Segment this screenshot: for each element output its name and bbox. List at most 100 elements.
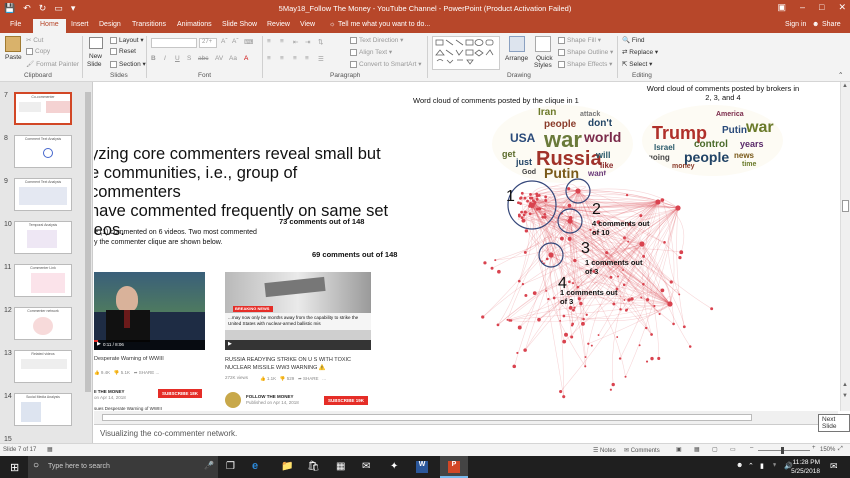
clock-time[interactable]: 11:28 PM: [790, 459, 820, 466]
app-icon[interactable]: ▦: [336, 461, 345, 472]
shape-outline-button[interactable]: Shape Outline ▾: [558, 48, 613, 56]
scrollbar-thumb[interactable]: [842, 200, 849, 212]
tab-view[interactable]: View: [300, 21, 315, 28]
slide-sorter-icon[interactable]: ▦: [694, 446, 700, 453]
collapse-ribbon-icon[interactable]: ⌃: [838, 71, 843, 79]
shadow-icon[interactable]: S: [187, 55, 191, 62]
strikethrough-icon[interactable]: abc: [198, 55, 208, 62]
font-size-box[interactable]: 27+: [199, 38, 217, 48]
font-shrink-icon[interactable]: Aˇ: [232, 38, 239, 45]
smartart-button[interactable]: Convert to SmartArt ▾: [350, 60, 422, 68]
play-icon[interactable]: ▶: [228, 341, 232, 347]
clear-format-icon[interactable]: ⌨: [244, 38, 253, 46]
reset-button[interactable]: Reset: [110, 48, 136, 55]
wifi-icon[interactable]: ♆: [772, 462, 777, 469]
notifications-icon[interactable]: ✉: [830, 461, 838, 472]
shapes-gallery[interactable]: [432, 36, 500, 70]
cut-button[interactable]: ✂ Cut: [26, 36, 43, 44]
scrollbar-thumb[interactable]: [102, 414, 752, 421]
slide-vertical-scrollbar[interactable]: ▲ ▲ ▼: [840, 82, 850, 411]
next-slide-icon[interactable]: ▼: [842, 393, 848, 399]
tray-chevron-icon[interactable]: ⌃: [748, 462, 754, 470]
video-thumbnail-2[interactable]: BREAKING NEWS ...may now only be months …: [225, 272, 371, 350]
slide-thumbnail-11[interactable]: Commenter Link: [14, 264, 72, 297]
tab-review[interactable]: Review: [267, 21, 290, 28]
minimize-button[interactable]: –: [800, 2, 805, 13]
char-spacing-icon[interactable]: AV: [215, 55, 223, 62]
copy-button[interactable]: Copy: [26, 48, 50, 55]
slideshow-view-icon[interactable]: ▭: [730, 446, 736, 453]
file-explorer-icon[interactable]: 📁: [281, 461, 293, 472]
align-center-icon[interactable]: ≡: [280, 55, 284, 62]
font-grow-icon[interactable]: Aˆ: [221, 38, 228, 45]
stat-text[interactable]: 69 comments out of 148: [312, 250, 397, 259]
tab-home[interactable]: Home: [33, 19, 66, 33]
justify-icon[interactable]: ≡: [305, 55, 309, 62]
video-title[interactable]: Desperate Warning of WWIII: [94, 356, 234, 362]
arrange-icon[interactable]: [509, 36, 525, 52]
numbering-icon[interactable]: ≡: [280, 38, 284, 45]
fit-to-window-icon[interactable]: ⤢: [838, 446, 843, 453]
paste-button[interactable]: Paste: [5, 54, 22, 61]
people-icon[interactable]: ☻: [736, 462, 743, 469]
notes-toggle[interactable]: ☰ Notes: [593, 447, 616, 454]
increase-indent-icon[interactable]: ⇥: [305, 38, 310, 46]
slide-thumbnail-14[interactable]: Social Media Analysis: [14, 393, 72, 426]
slide-horizontal-scrollbar[interactable]: [94, 411, 838, 424]
clock-date[interactable]: 5/25/2018: [790, 468, 820, 475]
bold-icon[interactable]: B: [151, 55, 156, 62]
subscribe-button[interactable]: SUBSCRIBE 19K: [324, 396, 369, 405]
video-thumbnail-1[interactable]: 0:11 / 8:06 ▶: [94, 272, 205, 350]
shape-fill-button[interactable]: Shape Fill ▾: [558, 36, 601, 44]
columns-icon[interactable]: ☰: [318, 55, 324, 63]
task-view-icon[interactable]: ❐: [226, 461, 235, 472]
body-text-line[interactable]: y the commenter clique are shown below.: [94, 239, 222, 246]
new-slide-button-2[interactable]: Slide: [87, 61, 101, 68]
microphone-icon[interactable]: 🎤: [204, 461, 214, 470]
zoom-level[interactable]: 150%: [820, 447, 835, 453]
section-button[interactable]: Section ▾: [110, 60, 146, 68]
share-button[interactable]: Share: [822, 21, 841, 28]
tell-me-box[interactable]: Tell me what you want to do...: [338, 21, 430, 28]
new-slide-button[interactable]: New: [89, 53, 102, 60]
paste-icon[interactable]: [5, 36, 21, 52]
spellcheck-icon[interactable]: ▦: [47, 446, 53, 453]
slide-thumbnail-13[interactable]: Related videos: [14, 350, 72, 383]
reading-view-icon[interactable]: ▢: [712, 446, 718, 453]
select-button[interactable]: ⇱ Select ▾: [622, 60, 652, 68]
word-icon[interactable]: W: [416, 461, 428, 473]
close-button[interactable]: ✕: [838, 2, 846, 13]
zoom-in-icon[interactable]: +: [812, 445, 816, 451]
tab-slide-show[interactable]: Slide Show: [222, 21, 257, 28]
slide-thumbnail-7[interactable]: Co-commenter: [14, 92, 72, 125]
previous-slide-icon[interactable]: ▲: [842, 382, 848, 388]
body-text-line[interactable]: e (1) commented on 6 videos. Two most co…: [94, 229, 257, 236]
new-slide-icon[interactable]: [89, 37, 103, 49]
powerpoint-taskbar-active[interactable]: P: [440, 456, 468, 478]
bullets-icon[interactable]: ≡: [267, 38, 271, 45]
zoom-slider-thumb[interactable]: [781, 447, 784, 454]
channel-name[interactable]: II THE MONEY: [94, 389, 125, 394]
wordcloud-title-1[interactable]: Word cloud of comments posted by the cli…: [413, 96, 579, 105]
shape-effects-button[interactable]: Shape Effects ▾: [558, 60, 612, 68]
align-text-button[interactable]: Align Text ▾: [350, 48, 392, 56]
search-box[interactable]: ○ Type here to search 🎤: [28, 456, 218, 478]
stat-text[interactable]: 73 comments out of 148: [279, 217, 364, 226]
decrease-indent-icon[interactable]: ⇤: [293, 38, 298, 46]
maximize-button[interactable]: □: [819, 2, 824, 13]
start-icon[interactable]: ⊞: [10, 461, 19, 474]
slide-thumbnail-8[interactable]: Comment Text Analysis: [14, 135, 72, 168]
share-icon[interactable]: ☻: [812, 21, 819, 28]
wordcloud-1[interactable]: Iran people don't war world USA Russia P…: [492, 105, 633, 183]
sign-in-link[interactable]: Sign in: [785, 21, 806, 28]
replace-button[interactable]: ⇄ Replace ▾: [622, 48, 658, 56]
channel-name[interactable]: FOLLOW THE MONEY: [246, 394, 294, 399]
quick-styles-icon[interactable]: [535, 36, 551, 52]
layout-button[interactable]: Layout ▾: [110, 36, 144, 44]
play-icon[interactable]: ▶: [97, 341, 101, 347]
change-case-icon[interactable]: Aa: [229, 55, 237, 62]
edge-icon[interactable]: e: [252, 460, 258, 472]
tab-design[interactable]: Design: [99, 21, 121, 28]
store-icon[interactable]: 🛍: [307, 461, 320, 472]
arrange-button[interactable]: Arrange: [505, 55, 528, 62]
